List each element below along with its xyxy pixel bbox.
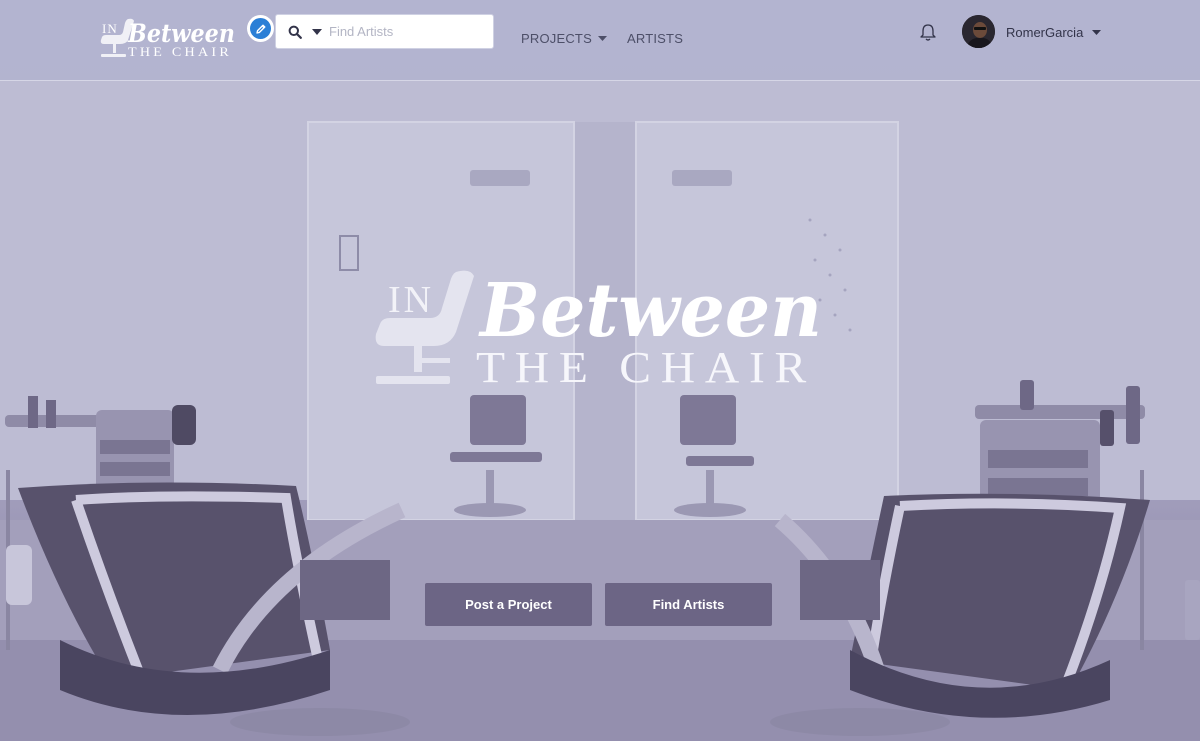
search-bar[interactable] — [275, 14, 494, 49]
nav-projects-label: PROJECTS — [521, 30, 592, 46]
nav-projects-dropdown[interactable]: PROJECTS — [521, 30, 607, 46]
brand-logo-in: IN — [102, 21, 118, 36]
brand-logo-the-chair: THE CHAIR — [128, 44, 232, 58]
caret-down-icon — [597, 35, 607, 41]
hero-logo: IN Between THE CHAIR — [375, 268, 822, 392]
avatar[interactable] — [962, 15, 995, 48]
search-input[interactable] — [329, 16, 479, 47]
search-icon[interactable] — [288, 25, 302, 39]
post-project-button[interactable]: Post a Project — [425, 583, 592, 626]
edit-button[interactable] — [247, 15, 274, 42]
user-menu[interactable]: RomerGarcia — [1006, 24, 1102, 40]
hero-logo-between: Between — [478, 268, 822, 354]
find-artists-button[interactable]: Find Artists — [605, 583, 772, 626]
brand-logo[interactable]: IN Between THE CHAIR — [98, 16, 238, 58]
top-navbar: IN Between THE CHAIR PROJECTS ARTISTS — [0, 0, 1200, 81]
caret-down-icon — [1092, 29, 1102, 35]
hero-logo-the-chair: THE CHAIR — [476, 343, 816, 392]
search-filter-dropdown-icon[interactable] — [312, 28, 322, 35]
username-label: RomerGarcia — [1006, 24, 1084, 40]
pencil-icon — [250, 18, 271, 39]
hero-logo-in: IN — [388, 279, 434, 321]
nav-artists-link[interactable]: ARTISTS — [627, 30, 683, 46]
nav-artists-label: ARTISTS — [627, 30, 684, 46]
bell-icon[interactable] — [918, 22, 938, 42]
